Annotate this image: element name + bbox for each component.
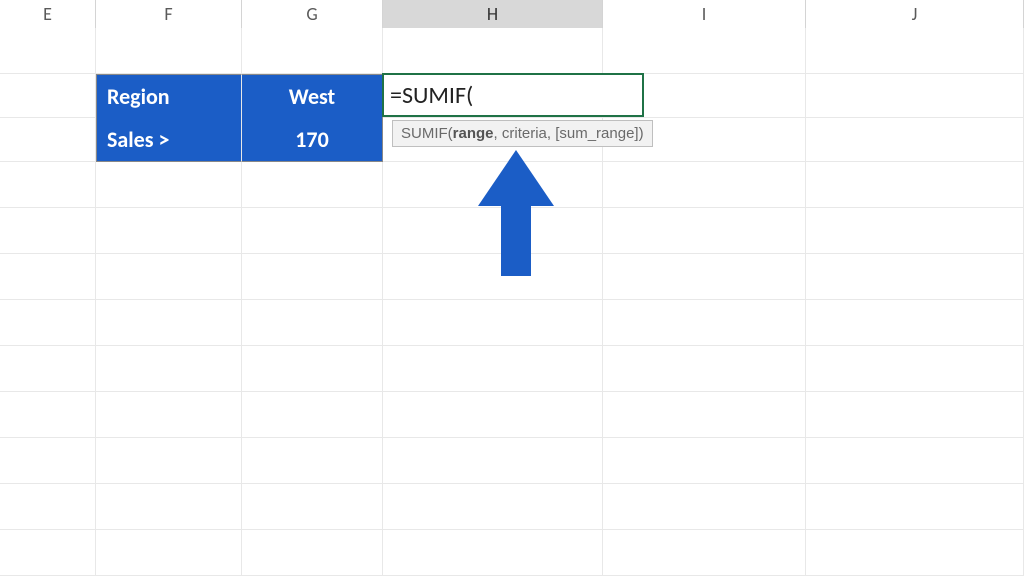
col-header-I[interactable]: I	[603, 0, 806, 28]
cell-I6[interactable]	[603, 254, 806, 299]
cell-I10[interactable]	[603, 438, 806, 483]
cell-F6[interactable]	[96, 254, 242, 299]
row-8	[0, 346, 1024, 392]
cell-E11[interactable]	[0, 484, 96, 529]
cell-J10[interactable]	[806, 438, 1024, 483]
cell-I4[interactable]	[603, 162, 806, 207]
row-11	[0, 484, 1024, 530]
cell-J4[interactable]	[806, 162, 1024, 207]
cell-G2-region-value[interactable]: West	[242, 74, 383, 118]
col-header-J[interactable]: J	[806, 0, 1024, 28]
cell-G7[interactable]	[242, 300, 383, 345]
cell-H8[interactable]	[383, 346, 603, 391]
cell-J1[interactable]	[806, 28, 1024, 73]
cell-F3-sales-label[interactable]: Sales >	[96, 118, 242, 162]
active-cell-H2-formula-input[interactable]: =SUMIF(	[382, 73, 644, 117]
cell-J2[interactable]	[806, 74, 1024, 117]
cell-J8[interactable]	[806, 346, 1024, 391]
cell-G11[interactable]	[242, 484, 383, 529]
cell-G6[interactable]	[242, 254, 383, 299]
cell-F2-region-label[interactable]: Region	[96, 74, 242, 118]
row-12	[0, 530, 1024, 576]
cell-I12[interactable]	[603, 530, 806, 575]
cell-J5[interactable]	[806, 208, 1024, 253]
cell-F11[interactable]	[96, 484, 242, 529]
cell-J3[interactable]	[806, 118, 1024, 161]
cell-H7[interactable]	[383, 300, 603, 345]
cell-F4[interactable]	[96, 162, 242, 207]
cell-I5[interactable]	[603, 208, 806, 253]
cell-F7[interactable]	[96, 300, 242, 345]
spreadsheet-grid: E F G H I J Region West Sales > 170	[0, 0, 1024, 576]
cell-F8[interactable]	[96, 346, 242, 391]
col-header-F[interactable]: F	[96, 0, 242, 28]
cell-E10[interactable]	[0, 438, 96, 483]
column-headers: E F G H I J	[0, 0, 1024, 28]
cell-G8[interactable]	[242, 346, 383, 391]
cell-G10[interactable]	[242, 438, 383, 483]
cell-E9[interactable]	[0, 392, 96, 437]
cell-H1[interactable]	[383, 28, 603, 73]
cell-G3-sales-value[interactable]: 170	[242, 118, 383, 162]
formula-tooltip: SUMIF(range, criteria, [sum_range])	[392, 120, 653, 147]
cell-I8[interactable]	[603, 346, 806, 391]
cell-J7[interactable]	[806, 300, 1024, 345]
row-7	[0, 300, 1024, 346]
cell-G1[interactable]	[242, 28, 383, 73]
cell-F12[interactable]	[96, 530, 242, 575]
cell-I1[interactable]	[603, 28, 806, 73]
cell-E8[interactable]	[0, 346, 96, 391]
cell-F9[interactable]	[96, 392, 242, 437]
cell-G9[interactable]	[242, 392, 383, 437]
cell-E12[interactable]	[0, 530, 96, 575]
col-header-H[interactable]: H	[383, 0, 603, 28]
cell-H11[interactable]	[383, 484, 603, 529]
col-header-E[interactable]: E	[0, 0, 96, 28]
cell-E5[interactable]	[0, 208, 96, 253]
cell-H12[interactable]	[383, 530, 603, 575]
cell-E6[interactable]	[0, 254, 96, 299]
cell-E2[interactable]	[0, 74, 96, 117]
cell-J9[interactable]	[806, 392, 1024, 437]
cell-F1[interactable]	[96, 28, 242, 73]
cell-E3[interactable]	[0, 118, 96, 161]
cell-I11[interactable]	[603, 484, 806, 529]
annotation-arrow-icon	[478, 150, 554, 276]
cell-G4[interactable]	[242, 162, 383, 207]
tooltip-fn: SUMIF(	[401, 125, 453, 142]
cell-I9[interactable]	[603, 392, 806, 437]
cell-F5[interactable]	[96, 208, 242, 253]
cell-I7[interactable]	[603, 300, 806, 345]
cell-E7[interactable]	[0, 300, 96, 345]
row-1	[0, 28, 1024, 74]
cell-J12[interactable]	[806, 530, 1024, 575]
cell-J6[interactable]	[806, 254, 1024, 299]
cell-G12[interactable]	[242, 530, 383, 575]
cell-E1[interactable]	[0, 28, 96, 73]
cell-H9[interactable]	[383, 392, 603, 437]
cell-F10[interactable]	[96, 438, 242, 483]
row-9	[0, 392, 1024, 438]
cell-H10[interactable]	[383, 438, 603, 483]
col-header-G[interactable]: G	[242, 0, 383, 28]
tooltip-bold-arg: range	[453, 125, 494, 142]
tooltip-rest: , criteria, [sum_range])	[494, 125, 644, 142]
cell-E4[interactable]	[0, 162, 96, 207]
row-10	[0, 438, 1024, 484]
cell-G5[interactable]	[242, 208, 383, 253]
cell-J11[interactable]	[806, 484, 1024, 529]
